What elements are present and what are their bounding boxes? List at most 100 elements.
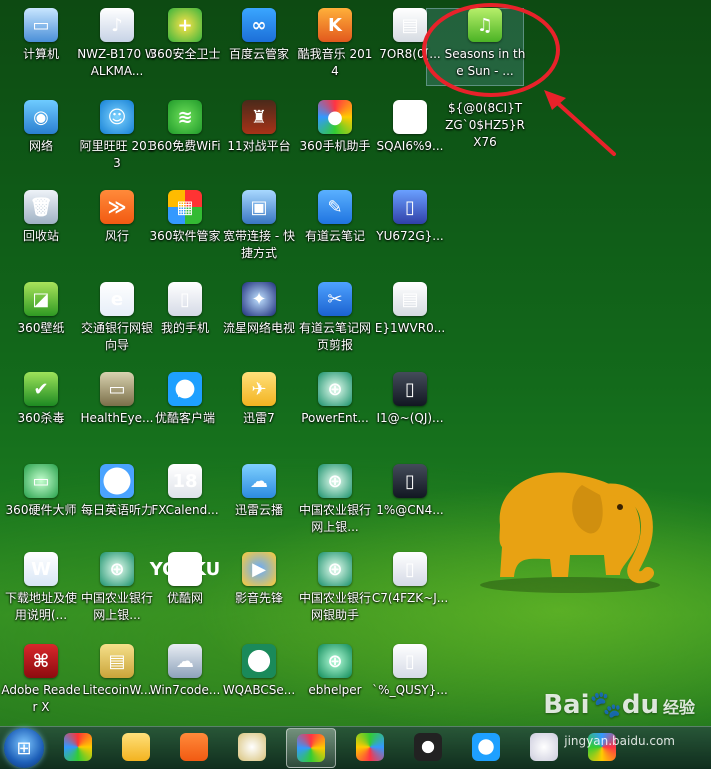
desktop-icon[interactable]: ▯ 我的手机: [144, 278, 226, 364]
desktop-icon[interactable]: ◪ 360壁纸: [0, 278, 82, 364]
app-icon: ⊕: [100, 552, 134, 586]
desktop-icon-label: 迅雷云播: [234, 503, 283, 517]
desktop-icon[interactable]: ▶ 影音先锋: [218, 548, 300, 634]
desktop-icon[interactable]: +360安全卫士: [144, 4, 226, 90]
desktop-icon[interactable]: ⊕ 中国农业银行网银助手: [294, 548, 376, 634]
desktop-icon-label: 网络: [28, 139, 53, 153]
app-icon: ≋: [168, 100, 202, 134]
desktop-icon[interactable]: ▤ E}1WVR0...: [369, 278, 451, 364]
taskbar-app-button[interactable]: [54, 728, 102, 766]
desktop-icon[interactable]: ⊕ 中国农业银行网上银...: [294, 460, 376, 546]
desktop-icon[interactable]: ✔ 360杀毒: [0, 368, 82, 454]
app-icon: ✂: [318, 282, 352, 316]
desktop-icon-label: FXCalend...: [151, 503, 219, 517]
taskbar-app-button[interactable]: [404, 728, 452, 766]
desktop-icon[interactable]: ▯ YU672G}...: [369, 186, 451, 272]
desktop-icon[interactable]: ▯ 1%@CN4...: [369, 460, 451, 546]
desktop-icon-label: 360免费WiFi: [149, 139, 221, 153]
watermark-jingyan: 经验: [662, 698, 695, 717]
app-icon: ⊕: [242, 644, 276, 678]
app-icon: ▯: [393, 190, 427, 224]
desktop-icon-label: 360壁纸: [17, 321, 65, 335]
taskbar-app-icon: [530, 733, 558, 761]
windows-logo-icon: ⊞: [16, 737, 32, 759]
desktop-icon-label: 360手机助手: [299, 139, 371, 153]
desktop-icon[interactable]: ▦ SQAI6%9...: [369, 96, 451, 182]
desktop-icon[interactable]: ▯ C7(4FZK~J...: [369, 548, 451, 634]
taskbar-app-button[interactable]: [346, 728, 394, 766]
desktop-icon-label: 计算机: [22, 47, 59, 61]
desktop-icon-label: 影音先锋: [234, 591, 283, 605]
taskbar-app-button[interactable]: [228, 728, 276, 766]
desktop-icon[interactable]: ✦ 流星网络电视: [218, 278, 300, 364]
desktop-icon-label: 我的手机: [160, 321, 209, 335]
desktop-icon[interactable]: ${@0(8CI}TZG`0$HZ5}RX76: [444, 96, 526, 182]
desktop: ▭ 计算机 ♪ NWZ-B170 WALKMA... +360安全卫士 ∞ 百度云管家 K 酷我…: [0, 0, 711, 726]
desktop-icon-label: 1%@CN4...: [376, 503, 444, 517]
desktop-icon-label: PowerEnt...: [301, 411, 369, 425]
desktop-icon-label: 11对战平台: [227, 139, 291, 153]
desktop-icon[interactable]: ✈ 迅雷7: [218, 368, 300, 454]
watermark-url: jingyan.baidu.com: [564, 734, 675, 748]
app-icon: ⊕: [318, 552, 352, 586]
app-icon: ≫: [100, 190, 134, 224]
start-button[interactable]: ⊞: [4, 728, 44, 768]
desktop-icon[interactable]: ⊕ PowerEnt...: [294, 368, 376, 454]
app-icon: ▤: [100, 644, 134, 678]
desktop-icon[interactable]: ▯ `%_QUSY}...: [369, 640, 451, 726]
app-icon: e: [100, 282, 134, 316]
desktop-icon-label: 酷我音乐 2014: [297, 47, 373, 78]
app-icon: ▦: [393, 100, 427, 134]
desktop-icon[interactable]: ▦ 360软件管家: [144, 186, 226, 272]
app-icon: ⊕: [318, 464, 352, 498]
app-icon: ▣: [242, 190, 276, 224]
desktop-icon[interactable]: W 下载地址及使用说明(...: [0, 548, 82, 634]
app-icon: ▯: [168, 282, 202, 316]
taskbar-app-button[interactable]: [462, 728, 510, 766]
desktop-icon[interactable]: ▶ 优酷客户端: [144, 368, 226, 454]
desktop-icon-label: 迅雷7: [243, 411, 275, 425]
app-icon: ▭: [24, 464, 58, 498]
desktop-icon[interactable]: ♜ 11对战平台: [218, 96, 300, 182]
taskbar-app-icon: [356, 733, 384, 761]
elephant-wallpaper-image: [480, 472, 660, 593]
taskbar-app-button[interactable]: [112, 728, 160, 766]
desktop-icon-label: Win7code...: [149, 683, 221, 697]
desktop-icon[interactable]: K 酷我音乐 2014: [294, 4, 376, 90]
desktop-icon[interactable]: ● 360手机助手: [294, 96, 376, 182]
watermark-brand: Bai: [543, 690, 590, 720]
desktop-icon[interactable]: ⊕ ebhelper: [294, 640, 376, 726]
desktop-icon[interactable]: ∞ 百度云管家: [218, 4, 300, 90]
app-icon: ♜: [242, 100, 276, 134]
desktop-icon[interactable]: ✂ 有道云笔记网页剪报: [294, 278, 376, 364]
desktop-icon-label: ebhelper: [308, 683, 362, 697]
watermark-brand-tail: du: [621, 690, 659, 720]
app-icon: ▯: [393, 644, 427, 678]
desktop-icon[interactable]: 🗑 回收站: [0, 186, 82, 272]
desktop-icon[interactable]: ▯ I1@~(QJ)...: [369, 368, 451, 454]
desktop-icon[interactable]: ▭ 计算机: [0, 4, 82, 90]
desktop-icon[interactable]: ⌘ Adobe Reader X: [0, 640, 82, 726]
desktop-icon[interactable]: ◉ 网络: [0, 96, 82, 182]
desktop-icon[interactable]: ▣ 宽带连接 - 快捷方式: [218, 186, 300, 272]
desktop-icon-label: ${@0(8CI}TZG`0$HZ5}RX76: [445, 101, 525, 149]
desktop-icon[interactable]: ⊕ WQABCSe...: [218, 640, 300, 726]
desktop-icon[interactable]: ☁ 迅雷云播: [218, 460, 300, 546]
app-icon: ☁: [242, 464, 276, 498]
desktop-icon[interactable]: ☁ Win7code...: [144, 640, 226, 726]
desktop-icon-label: C7(4FZK~J...: [371, 591, 449, 605]
desktop-icon[interactable]: 18 FXCalend...: [144, 460, 226, 546]
app-icon: ✈: [242, 372, 276, 406]
desktop-icon[interactable]: ≋ 360免费WiFi: [144, 96, 226, 182]
desktop-icon-label: 有道云笔记网页剪报: [298, 321, 371, 352]
desktop-icon-label: I1@~(QJ)...: [376, 411, 444, 425]
desktop-icon[interactable]: ✎ 有道云笔记: [294, 186, 376, 272]
taskbar-app-button[interactable]: [286, 728, 336, 768]
app-icon: ∞: [242, 8, 276, 42]
taskbar-app-button[interactable]: [170, 728, 218, 766]
app-icon: ▭: [100, 372, 134, 406]
app-icon: ⌘: [24, 644, 58, 678]
taskbar-app-button[interactable]: [520, 728, 568, 766]
desktop-icon[interactable]: YOUKU 优酷网: [144, 548, 226, 634]
desktop-icon[interactable]: ▭ 360硬件大师: [0, 460, 82, 546]
